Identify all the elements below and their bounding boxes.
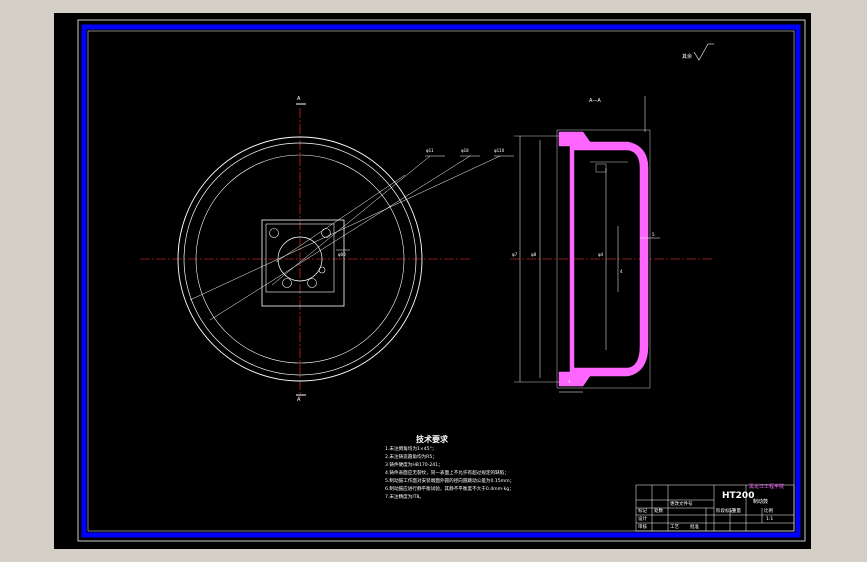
title-block-label: 审核: [638, 525, 647, 530]
dim-small-a: 4: [620, 269, 623, 274]
section-view-label: A—A: [589, 98, 601, 104]
title-block-scale: 1:1: [766, 517, 774, 522]
tech-note: 7.未注精度为IT8。: [385, 495, 425, 500]
dim-hole-a: φ11: [426, 148, 434, 153]
section-label-bottom: A: [297, 397, 301, 403]
title-block-label: 更改文件号: [670, 502, 693, 507]
dim-small-b: 4: [568, 379, 571, 384]
title-block-label: 重量: [732, 509, 741, 514]
section-label-top: A: [297, 96, 301, 102]
title-block-label: 批准: [690, 525, 699, 530]
title-block-label: 处数: [654, 509, 663, 514]
title-block-material: HT200: [722, 491, 755, 501]
dim-mid-dia: φ8: [531, 252, 537, 257]
dim-inner-dia: φ4: [598, 252, 604, 257]
cad-drawing-sheet: [54, 13, 811, 549]
tech-note: 1.未注倒角均为1×45°；: [385, 447, 437, 452]
tech-note: 2.未注铸造圆角均为R5；: [385, 455, 437, 460]
sheet-background: [54, 13, 811, 549]
dim-hole-b: φ18: [461, 148, 469, 153]
dim-pcd: φ00: [338, 252, 346, 257]
title-block-drawing-name: 制动鼓: [753, 499, 769, 505]
title-block-label: 工艺: [670, 525, 679, 530]
title-block-label: 设计: [638, 517, 647, 522]
tech-note: 5.制动鼓工作面对安装端面外圆的径向圆跳动公差为0.15mm；: [385, 479, 515, 484]
tech-note: 4.铸件表面应无裂纹，同一表面上不允许有超过规定的缺陷；: [385, 471, 509, 476]
roughness-label: 其余: [682, 54, 693, 60]
title-block-label: 比例: [764, 509, 773, 514]
dim-outer-dia: φ7: [512, 252, 518, 257]
tech-note: 6.制动鼓应进行静平衡试验，其静不平衡度不大于0.4mm·kg；: [385, 487, 514, 492]
title-block-company: 黑龙江工程学院: [749, 484, 785, 490]
dim-hole-c: φ110: [494, 148, 505, 153]
title-block-label: 标记: [638, 509, 647, 514]
dim-depth: 5: [652, 232, 655, 237]
technical-requirements-title: 技术要求: [416, 435, 448, 444]
tech-note: 3.铸件硬度为HB170-241；: [385, 463, 443, 468]
